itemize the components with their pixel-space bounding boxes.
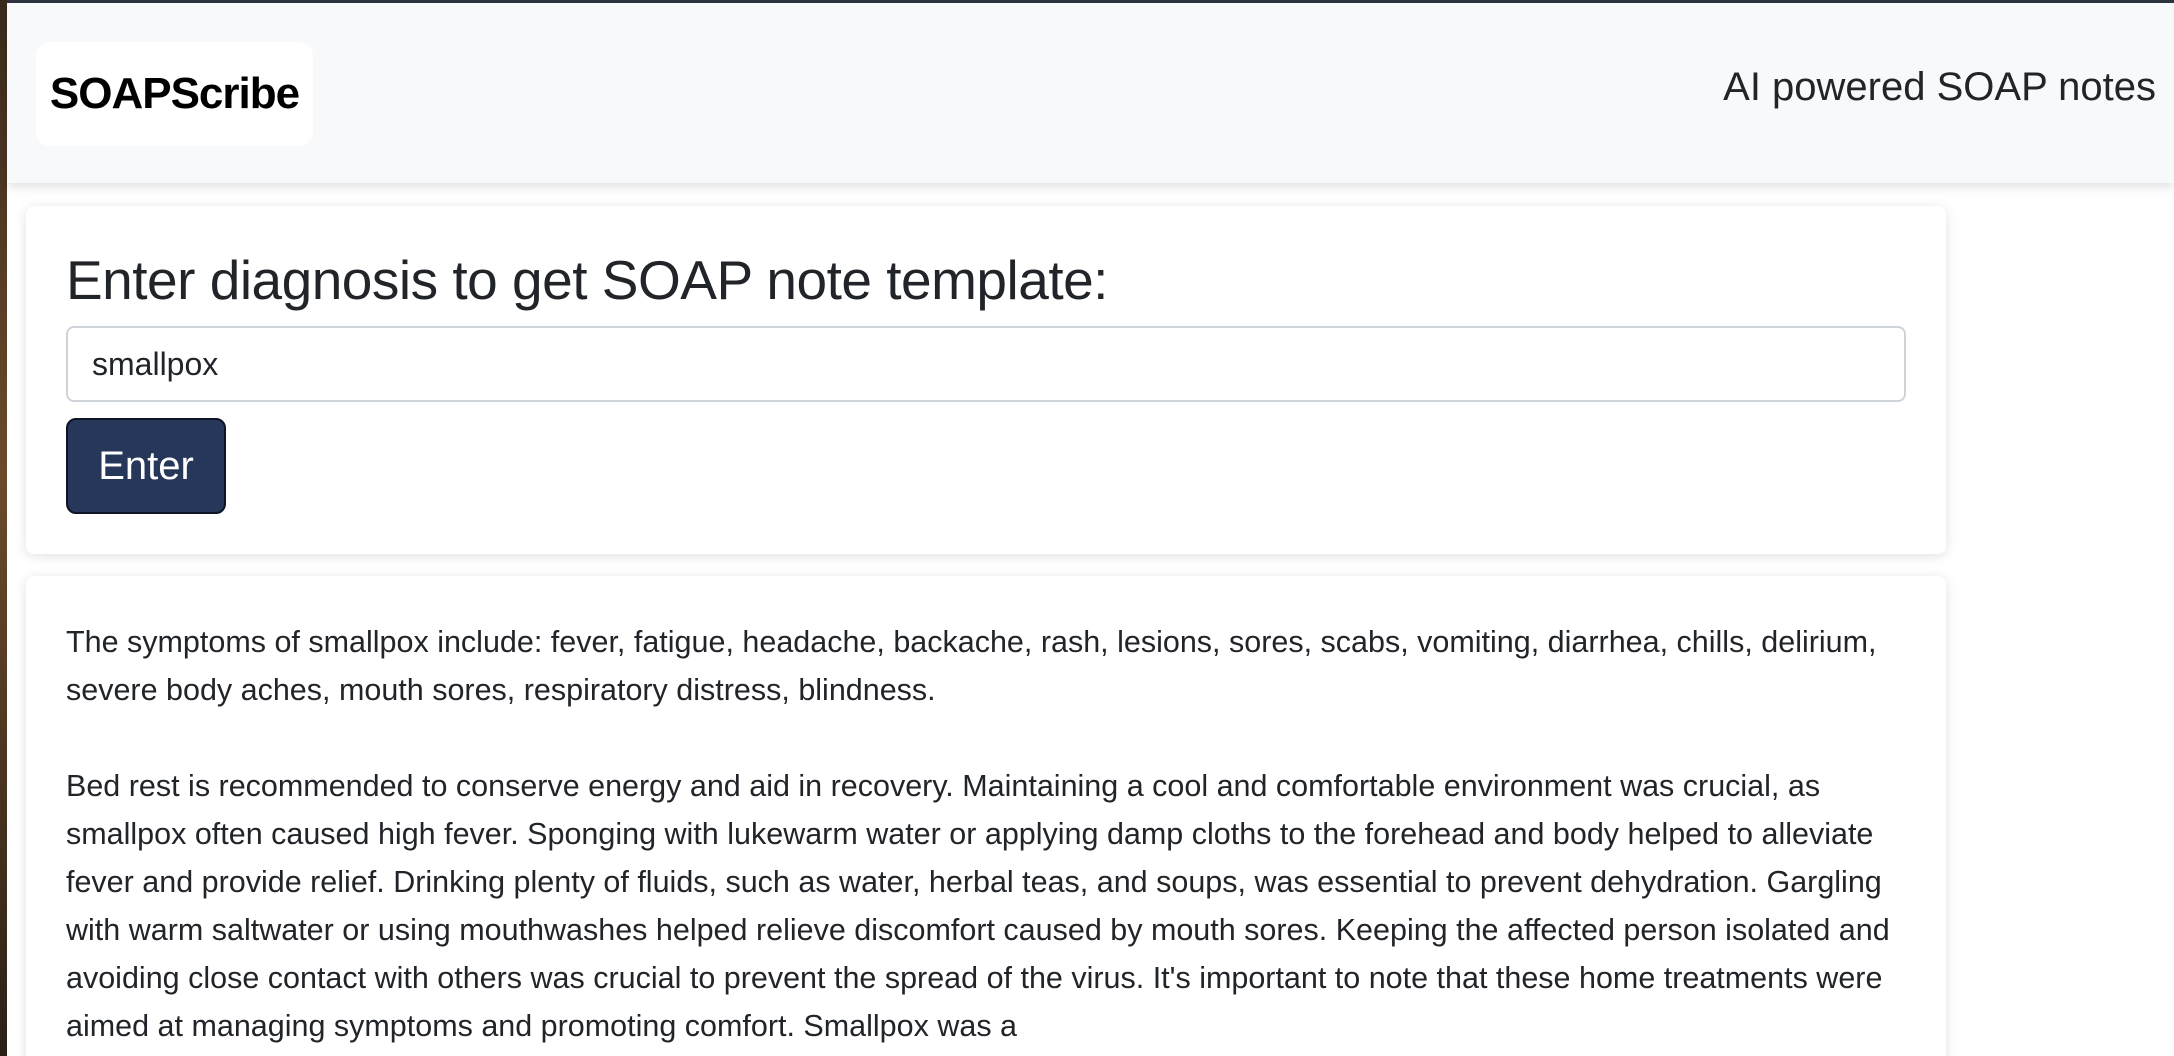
result-card: The symptoms of smallpox include: fever,… (26, 576, 1946, 1056)
result-text: The symptoms of smallpox include: fever,… (66, 618, 1916, 1056)
enter-button[interactable]: Enter (66, 418, 226, 514)
result-paragraph-treatment: Bed rest is recommended to conserve ener… (66, 769, 1890, 1043)
tagline: AI powered SOAP notes (1723, 65, 2156, 109)
diagnosis-input[interactable] (66, 326, 1906, 402)
navbar: SOAPScribe AI powered SOAP notes (7, 3, 2174, 183)
brand-logo[interactable]: SOAPScribe (36, 42, 313, 146)
form-title: Enter diagnosis to get SOAP note templat… (66, 249, 1108, 311)
window-left-border (0, 0, 7, 1056)
result-paragraph-symptoms: The symptoms of smallpox include: fever,… (66, 625, 1877, 707)
diagnosis-form-card: Enter diagnosis to get SOAP note templat… (26, 206, 1946, 554)
